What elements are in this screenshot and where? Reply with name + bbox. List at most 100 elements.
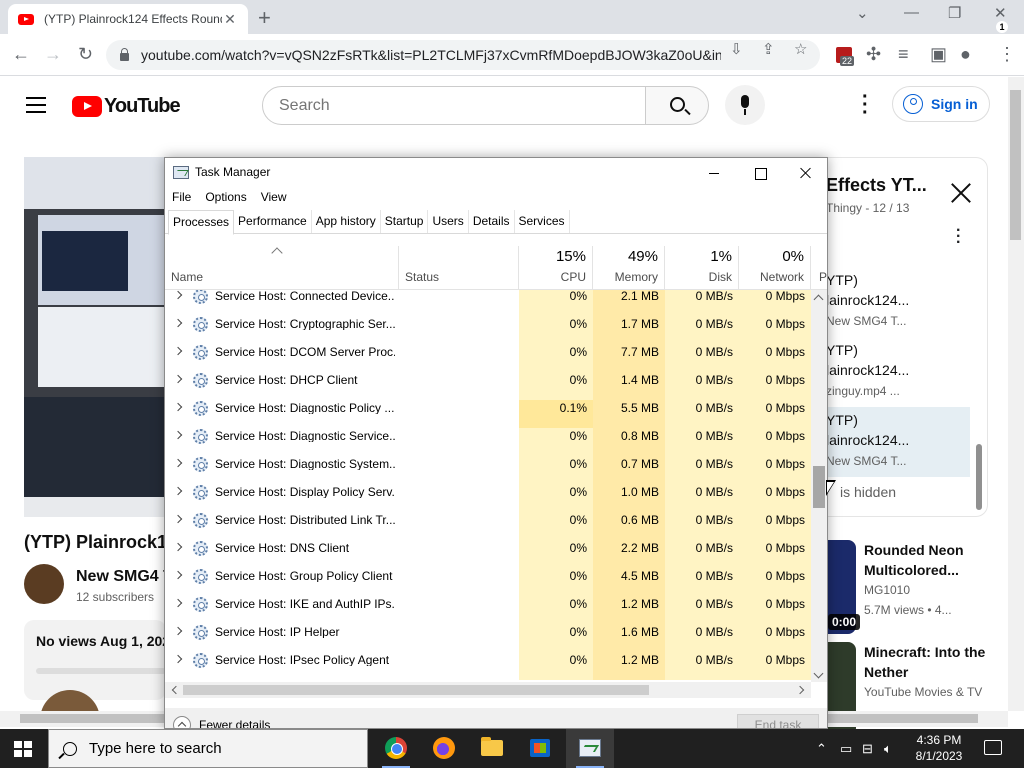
process-row[interactable]: Service Host: Diagnostic System... 0% 0.7 … (165, 456, 811, 484)
windows-start-icon[interactable] (14, 741, 32, 757)
expand-chevron-icon[interactable] (173, 374, 183, 384)
process-row[interactable]: Service Host: IP Helper 0% 1.6 MB 0 MB/s 0 M… (165, 624, 811, 652)
scroll-left-icon[interactable] (171, 685, 181, 695)
notification-icon[interactable] (984, 740, 1002, 755)
expand-chevron-icon[interactable] (173, 514, 183, 524)
description-box[interactable] (24, 620, 166, 700)
taskbar-store[interactable] (516, 729, 564, 768)
menu-view[interactable]: View (254, 186, 294, 208)
voice-search-mic-icon[interactable] (725, 85, 765, 125)
recommendation-title[interactable]: Minecraft: Into the Nether (864, 642, 1004, 682)
vscroll-thumb[interactable] (813, 466, 825, 508)
end-task-button[interactable]: End task (737, 714, 819, 728)
column-name[interactable]: Name (165, 246, 399, 290)
tab-performance[interactable]: Performance (234, 210, 312, 233)
forward-arrow-icon[interactable]: → (44, 44, 62, 65)
search-input[interactable] (279, 96, 619, 115)
taskbar-task-manager[interactable] (566, 729, 614, 768)
taskbar-firefox[interactable] (420, 729, 468, 768)
menu-icon[interactable]: ⋮ (998, 44, 1016, 65)
install-icon[interactable]: ⇩ (730, 40, 743, 58)
scroll-up-icon[interactable] (813, 294, 824, 305)
expand-chevron-icon[interactable] (173, 402, 183, 412)
process-row[interactable]: Service Host: DHCP Client 0% 1.4 MB 0 MB/s 0… (165, 372, 811, 400)
process-row[interactable]: Service Host: Diagnostic Service... 0% 0.8… (165, 428, 811, 456)
tray-chevron-icon[interactable]: ⌃ (816, 741, 827, 757)
sign-in-button[interactable]: Sign in (892, 86, 990, 122)
sidepanel-icon[interactable]: ▣ (930, 44, 947, 65)
expand-chevron-icon[interactable] (173, 318, 183, 328)
column-memory[interactable]: 49% Memory (593, 246, 665, 290)
playlist-more-icon[interactable]: · · · (956, 223, 961, 251)
search-box[interactable] (262, 86, 646, 125)
menu-file[interactable]: File (165, 186, 198, 208)
minimize-icon[interactable] (691, 160, 737, 186)
window-restore-icon[interactable]: ❐ (948, 4, 961, 22)
column-network[interactable]: 0% Network (739, 246, 811, 290)
expand-chevron-icon[interactable] (173, 486, 183, 496)
menu-options[interactable]: Options (198, 186, 253, 208)
media-icon[interactable]: ≡ (898, 44, 909, 65)
process-row[interactable]: Service Host: Group Policy Client 0% 4.5 M… (165, 568, 811, 596)
process-row[interactable]: Service Host: Connected Device... 0% 2.1 M… (165, 290, 811, 316)
tab-app-history[interactable]: App history (312, 210, 381, 233)
star-icon[interactable]: ☆ (794, 40, 807, 58)
scroll-right-icon[interactable] (795, 685, 805, 695)
playlist-scrollbar[interactable] (976, 444, 982, 510)
reload-icon[interactable]: ↻ (78, 44, 93, 65)
maximize-icon[interactable] (737, 160, 783, 186)
settings-kebab-icon[interactable]: · · · (862, 87, 869, 123)
expand-chevron-icon[interactable] (173, 570, 183, 580)
tab-startup[interactable]: Startup (381, 210, 429, 233)
channel-name[interactable]: New SMG4 T (76, 568, 166, 586)
task-manager-titlebar[interactable]: Task Manager (165, 158, 827, 186)
scroll-down-icon[interactable] (813, 668, 824, 679)
window-close-icon[interactable]: ✕ (994, 4, 1007, 22)
address-bar[interactable]: youtube.com/watch?v=vQSN2zFsRTk&list=PL2… (106, 40, 820, 70)
search-button[interactable] (645, 86, 709, 125)
process-row[interactable]: Service Host: Distributed Link Tr... 0% 0.… (165, 512, 811, 540)
playlist-close-icon[interactable] (950, 182, 972, 204)
taskbar-search-box[interactable]: Type here to search (48, 729, 368, 768)
expand-chevron-icon[interactable] (173, 654, 183, 664)
taskbar-file-explorer[interactable] (468, 729, 516, 768)
video-player[interactable] (24, 157, 166, 517)
hscroll-thumb[interactable] (183, 685, 649, 695)
expand-chevron-icon[interactable] (173, 626, 183, 636)
window-minimize-icon[interactable]: — (904, 4, 919, 21)
expand-chevron-icon[interactable] (173, 598, 183, 608)
tab-processes[interactable]: Processes (168, 210, 235, 235)
taskbar-chrome[interactable] (372, 729, 420, 768)
process-row[interactable]: Service Host: IKE and AuthIP IPs... 0% 1.2… (165, 596, 811, 624)
column-power[interactable]: P (811, 246, 827, 290)
network-icon[interactable]: ⊟ (862, 741, 873, 757)
new-tab-button[interactable]: + (258, 5, 271, 31)
playlist-title[interactable]: Effects YT... (826, 175, 927, 196)
browser-tab[interactable]: (YTP) Plainrock124 Effects Round ✕ (8, 4, 248, 34)
close-icon[interactable] (783, 160, 827, 186)
process-row[interactable]: Service Host: Display Policy Serv... 0% 1.… (165, 484, 811, 512)
process-row[interactable]: Service Host: IPsec Policy Agent 0% 1.2 MB… (165, 652, 811, 680)
volume-icon[interactable]: 🔈︎ (884, 741, 892, 757)
expand-chevron-icon[interactable] (173, 542, 183, 552)
tray-app-icon[interactable]: ▭ (840, 741, 852, 757)
recommendation-title[interactable]: Rounded Neon Multicolored... (864, 540, 1004, 580)
channel-avatar[interactable] (24, 564, 64, 604)
expand-chevron-icon[interactable] (173, 290, 183, 300)
profile-icon[interactable]: ● (960, 44, 971, 65)
process-list-hscrollbar[interactable] (165, 682, 811, 698)
youtube-logo[interactable]: YouTube (72, 95, 181, 118)
tab-search-chevron-icon[interactable]: ⌄ (856, 4, 869, 22)
puzzle-icon[interactable]: ✣ (866, 44, 881, 65)
tab-users[interactable]: Users (428, 210, 469, 233)
expand-chevron-icon[interactable] (173, 430, 183, 440)
playlist-item[interactable]: YTP) lainrock124... zinguy.mp4 ... (826, 340, 970, 410)
process-row[interactable]: Service Host: DNS Client 0% 2.2 MB 0 MB/s 0 … (165, 540, 811, 568)
tab-details[interactable]: Details (469, 210, 515, 233)
taskbar-clock[interactable]: 4:36 PM 8/1/2023 (906, 732, 972, 764)
process-row[interactable]: Service Host: Cryptographic Ser... 0% 1.7 … (165, 316, 811, 344)
playlist-item[interactable]: YTP) lainrock124... New SMG4 T... (826, 270, 970, 340)
process-row[interactable]: Service Host: Diagnostic Policy ... 0.1% 5… (165, 400, 811, 428)
column-cpu[interactable]: 15% CPU (519, 246, 593, 290)
share-icon[interactable]: ⇪ (762, 40, 775, 58)
